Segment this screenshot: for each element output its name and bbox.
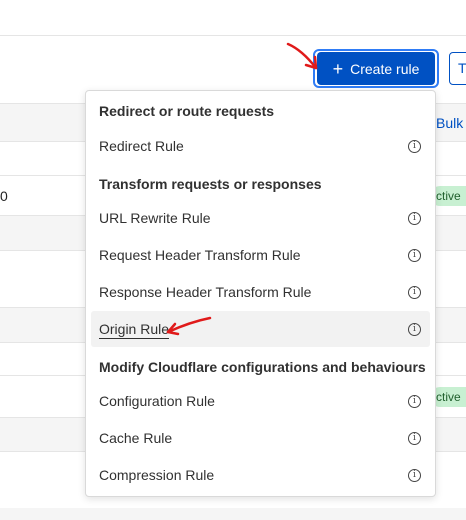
info-icon[interactable]: i — [408, 468, 421, 482]
menu-item-compression-rule[interactable]: Compression Rule i — [91, 457, 430, 493]
secondary-button[interactable]: T — [449, 52, 466, 85]
menu-item-configuration-rule[interactable]: Configuration Rule i — [91, 383, 430, 419]
info-icon[interactable]: i — [408, 139, 421, 153]
menu-item-response-header-transform-rule[interactable]: Response Header Transform Rule i — [91, 274, 430, 310]
menu-item-label: Response Header Transform Rule — [99, 284, 312, 300]
menu-item-label: Configuration Rule — [99, 393, 215, 409]
create-rule-button[interactable]: + Create rule — [317, 52, 435, 85]
page: 0 Bulk ctive ctive + Create rule T Redir… — [0, 0, 466, 520]
menu-item-label-wrap: Origin Rule — [99, 321, 408, 339]
create-rule-label: Create rule — [350, 60, 420, 77]
create-rule-menu: Redirect or route requests Redirect Rule… — [85, 90, 436, 497]
menu-item-label: Origin Rule — [99, 321, 170, 339]
menu-item-origin-rule[interactable]: Origin Rule i — [91, 311, 430, 347]
bulk-link[interactable]: Bulk — [436, 115, 463, 131]
menu-group-header: Transform requests or responses — [99, 176, 322, 192]
info-icon[interactable]: i — [408, 248, 421, 262]
menu-item-cache-rule[interactable]: Cache Rule i — [91, 420, 430, 456]
menu-item-label: URL Rewrite Rule — [99, 210, 211, 226]
menu-group-header: Modify Cloudflare configurations and beh… — [99, 359, 426, 375]
info-icon[interactable]: i — [408, 285, 421, 299]
table-section-row — [0, 508, 466, 520]
divider — [0, 35, 466, 36]
menu-item-label: Request Header Transform Rule — [99, 247, 301, 263]
info-icon[interactable]: i — [408, 394, 421, 408]
menu-group-header: Redirect or route requests — [99, 103, 275, 119]
menu-item-url-rewrite-rule[interactable]: URL Rewrite Rule i — [91, 200, 430, 236]
info-icon[interactable]: i — [408, 211, 421, 225]
annotation-arrow-icon — [286, 42, 318, 70]
annotation-arrow-icon — [166, 316, 212, 336]
menu-item-request-header-transform-rule[interactable]: Request Header Transform Rule i — [91, 237, 430, 273]
plus-icon: + — [332, 58, 344, 79]
info-icon[interactable]: i — [408, 322, 421, 336]
menu-item-label: Redirect Rule — [99, 138, 184, 154]
info-icon[interactable]: i — [408, 431, 421, 445]
menu-item-redirect-rule[interactable]: Redirect Rule i — [91, 128, 430, 164]
menu-item-label: Cache Rule — [99, 430, 173, 446]
table-cell-value: 0 — [0, 188, 8, 204]
menu-item-label: Compression Rule — [99, 467, 215, 483]
